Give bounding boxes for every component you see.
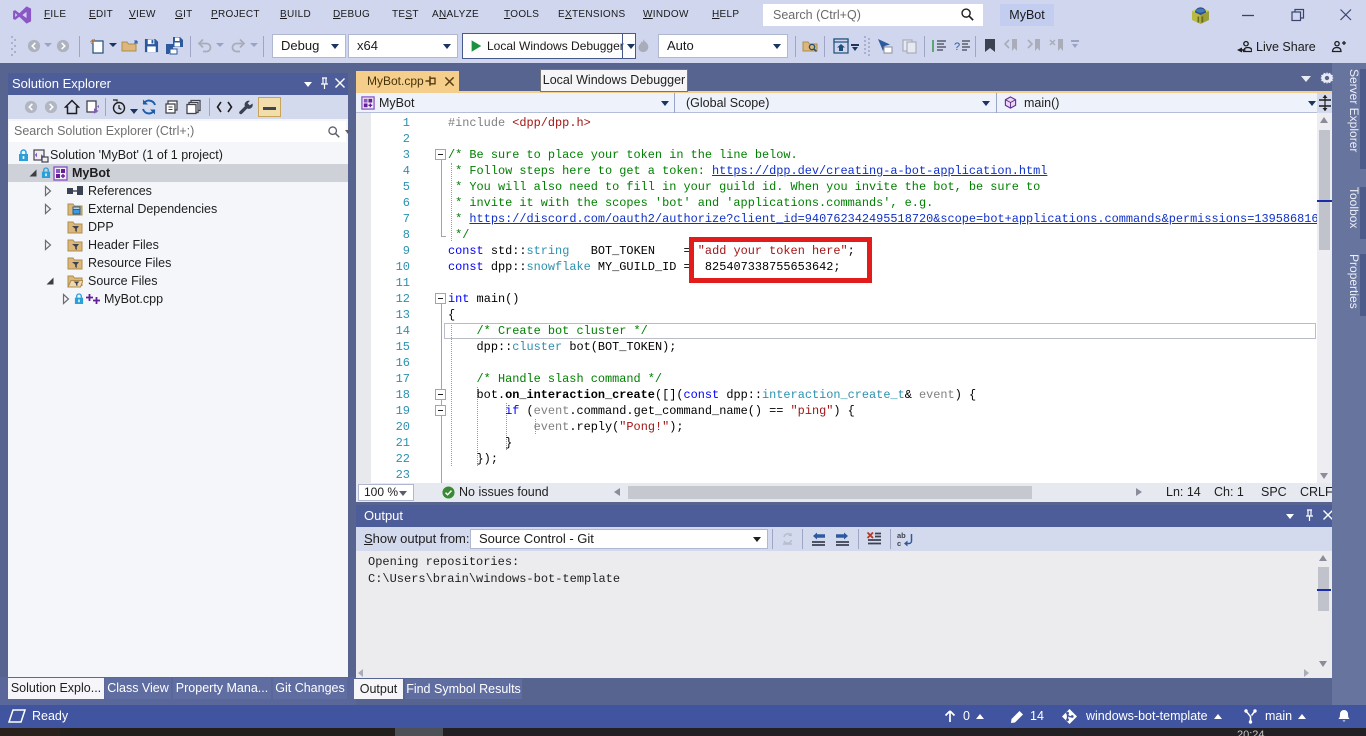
svg-text:c: c [897,539,901,547]
svg-text:?: ? [954,41,960,53]
